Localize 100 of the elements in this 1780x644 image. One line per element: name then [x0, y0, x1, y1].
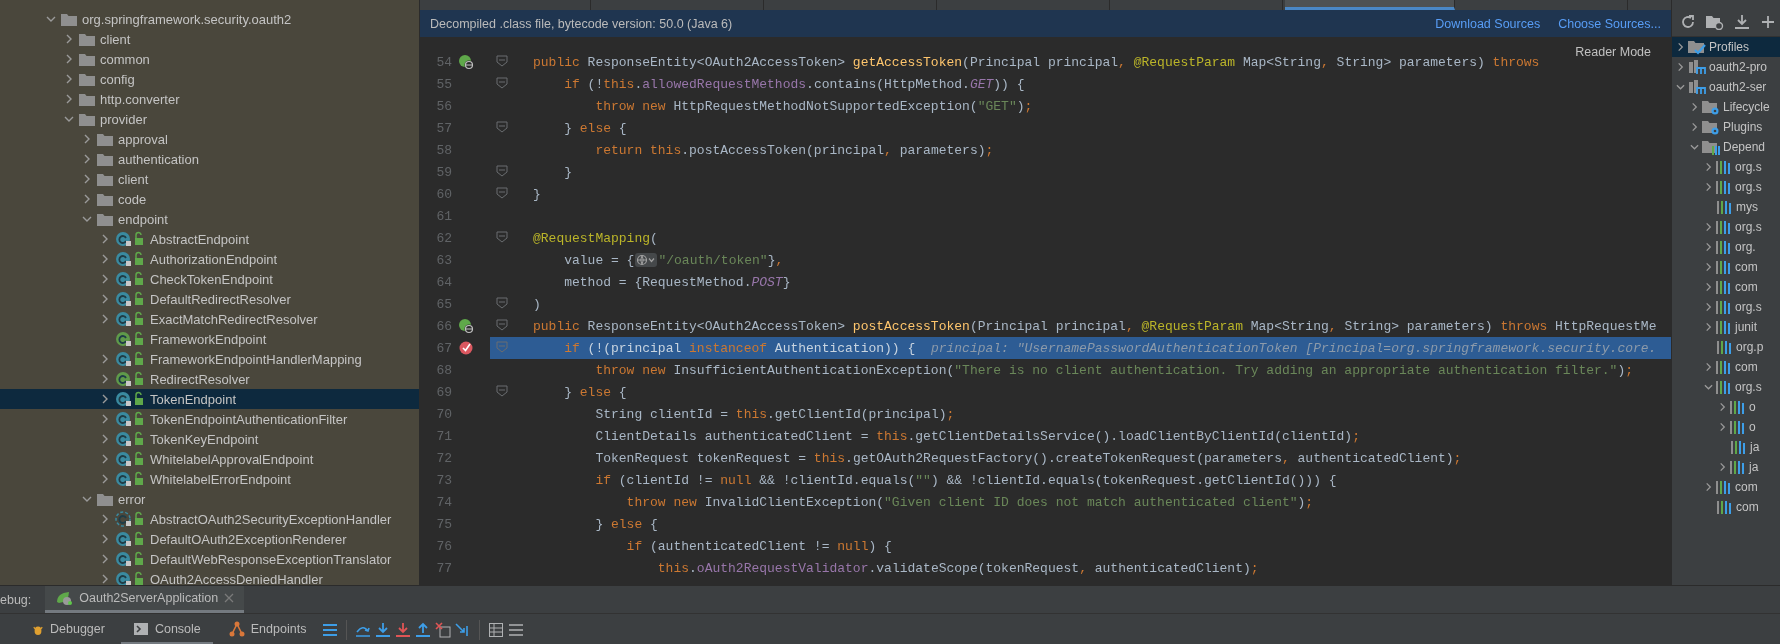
chevron-icon[interactable] — [100, 454, 110, 464]
tree-item[interactable]: AbstractEndpoint — [0, 229, 419, 249]
close-icon[interactable] — [224, 593, 235, 603]
tree-item[interactable]: provider — [0, 109, 419, 129]
chevron-icon[interactable] — [1718, 422, 1727, 432]
chevron-icon[interactable] — [82, 494, 92, 504]
tree-item[interactable]: org.s — [1672, 217, 1780, 237]
globe-icon[interactable] — [635, 253, 658, 267]
chevron-icon[interactable] — [1690, 122, 1699, 132]
tree-item[interactable]: oauth2-ser — [1672, 77, 1780, 97]
chevron-icon[interactable] — [64, 114, 74, 124]
chevron-icon[interactable] — [82, 174, 92, 184]
lines-icon[interactable] — [322, 622, 339, 638]
tree-item[interactable]: o — [1672, 397, 1780, 417]
chevron-icon[interactable] — [1704, 222, 1713, 232]
fold-icon[interactable] — [496, 318, 508, 331]
download-icon[interactable] — [1734, 14, 1750, 30]
fold-icon[interactable] — [496, 76, 508, 89]
tree-item[interactable]: RedirectResolver — [0, 369, 419, 389]
breakpoint-icon[interactable] — [458, 340, 474, 356]
chevron-icon[interactable] — [1690, 102, 1699, 112]
chevron-icon[interactable] — [82, 134, 92, 144]
tree-item[interactable]: org.s — [1672, 377, 1780, 397]
chevron-icon[interactable] — [1704, 182, 1713, 192]
folder-refresh-icon[interactable] — [1706, 14, 1724, 30]
editor-tab[interactable] — [1285, 0, 1455, 10]
chevron-icon[interactable] — [100, 514, 110, 524]
fold-icon[interactable] — [496, 54, 508, 67]
tree-item[interactable]: config — [0, 69, 419, 89]
cross-frame-icon[interactable] — [435, 622, 452, 638]
chevron-icon[interactable] — [1676, 62, 1685, 72]
tree-item[interactable]: junit — [1672, 317, 1780, 337]
tree-item[interactable]: TokenEndpointAuthenticationFilter — [0, 409, 419, 429]
chevron-icon[interactable] — [1676, 82, 1685, 92]
tool-tab[interactable]: Endpoints — [216, 615, 319, 644]
chevron-icon[interactable] — [1704, 302, 1713, 312]
tree-item[interactable]: Plugins — [1672, 117, 1780, 137]
tree-item[interactable]: FrameworkEndpointHandlerMapping — [0, 349, 419, 369]
tree-item[interactable]: TokenKeyEndpoint — [0, 429, 419, 449]
chevron-icon[interactable] — [100, 374, 110, 384]
chevron-icon[interactable] — [82, 194, 92, 204]
tree-item[interactable]: oauth2-pro — [1672, 57, 1780, 77]
up-arrow-icon[interactable] — [415, 622, 432, 638]
chevron-icon[interactable] — [100, 434, 110, 444]
chevron-icon[interactable] — [100, 574, 110, 584]
down-arrow-icon[interactable] — [375, 622, 392, 638]
banner-link[interactable]: Choose Sources... — [1558, 16, 1661, 31]
list-icon[interactable] — [508, 622, 525, 638]
tree-item[interactable]: org.s — [1672, 177, 1780, 197]
tree-item[interactable]: com — [1672, 497, 1780, 517]
chevron-icon[interactable] — [1704, 262, 1713, 272]
chevron-icon[interactable] — [100, 314, 110, 324]
chevron-icon[interactable] — [64, 74, 74, 84]
bean-globe-icon[interactable] — [458, 318, 474, 334]
tree-item[interactable]: http.converter — [0, 89, 419, 109]
chevron-icon[interactable] — [100, 414, 110, 424]
tree-item[interactable]: FrameworkEndpoint — [0, 329, 419, 349]
tree-item[interactable]: o — [1672, 417, 1780, 437]
run-config-tab[interactable]: Oauth2ServerApplication — [45, 586, 245, 613]
chevron-icon[interactable] — [100, 294, 110, 304]
banner-link[interactable]: Download Sources — [1435, 16, 1541, 31]
chevron-icon[interactable] — [64, 34, 74, 44]
chevron-icon[interactable] — [1704, 482, 1713, 492]
plus-icon[interactable] — [1760, 14, 1776, 30]
tree-item[interactable]: WhitelabelErrorEndpoint — [0, 469, 419, 489]
tree-item[interactable]: com — [1672, 477, 1780, 497]
tree-item[interactable]: org.s — [1672, 297, 1780, 317]
chevron-icon[interactable] — [100, 274, 110, 284]
tree-item[interactable]: Lifecycle — [1672, 97, 1780, 117]
fold-icon[interactable] — [496, 296, 508, 309]
tree-item[interactable]: Profiles — [1672, 37, 1780, 57]
tree-item[interactable]: WhitelabelApprovalEndpoint — [0, 449, 419, 469]
tree-item[interactable]: endpoint — [0, 209, 419, 229]
tree-item[interactable]: org.s — [1672, 157, 1780, 177]
tree-item[interactable]: mys — [1672, 197, 1780, 217]
tree-item[interactable]: ja — [1672, 457, 1780, 477]
chevron-icon[interactable] — [1704, 242, 1713, 252]
grid-icon[interactable] — [488, 622, 505, 638]
tree-item[interactable]: client — [0, 169, 419, 189]
tree-item[interactable]: code — [0, 189, 419, 209]
fold-icon[interactable] — [496, 230, 508, 243]
tree-item[interactable]: error — [0, 489, 419, 509]
tree-item[interactable]: client — [0, 29, 419, 49]
chevron-icon[interactable] — [82, 154, 92, 164]
tree-item[interactable]: ExactMatchRedirectResolver — [0, 309, 419, 329]
tree-item[interactable]: AbstractOAuth2SecurityExceptionHandler — [0, 509, 419, 529]
chevron-icon[interactable] — [64, 54, 74, 64]
tree-item[interactable]: com — [1672, 277, 1780, 297]
tree-item[interactable]: approval — [0, 129, 419, 149]
tree-item[interactable]: Depend — [1672, 137, 1780, 157]
chevron-icon[interactable] — [1718, 462, 1727, 472]
tree-item[interactable]: common — [0, 49, 419, 69]
tree-item[interactable]: TokenEndpoint — [0, 389, 419, 409]
chevron-icon[interactable] — [1718, 402, 1727, 412]
tree-item[interactable]: ja — [1672, 437, 1780, 457]
chevron-icon[interactable] — [1676, 42, 1685, 52]
chevron-icon[interactable] — [100, 354, 110, 364]
chevron-icon[interactable] — [82, 214, 92, 224]
tree-item[interactable]: com — [1672, 257, 1780, 277]
tree-item[interactable]: DefaultRedirectResolver — [0, 289, 419, 309]
